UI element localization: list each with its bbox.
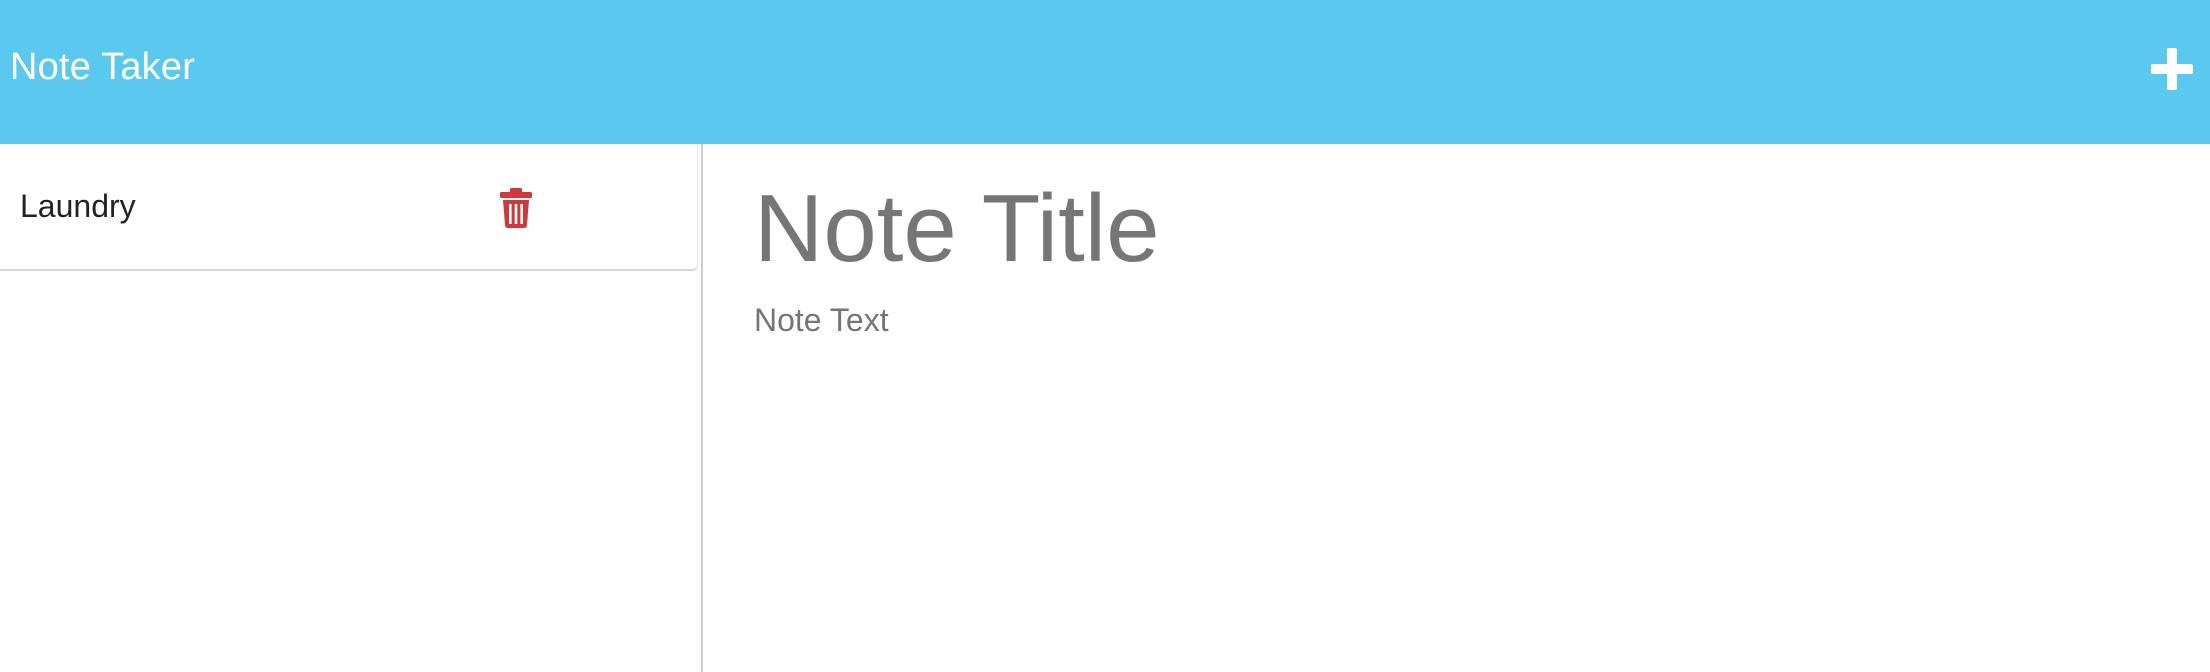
app: Note Taker Laundry [0,0,2210,672]
note-editor [703,144,2210,672]
plus-icon [2151,48,2193,90]
note-list-item-title[interactable]: Laundry [20,188,136,225]
delete-note-button[interactable] [500,188,532,228]
navbar: Note Taker [0,0,2210,144]
note-list: Laundry [0,144,703,672]
list-item[interactable]: Laundry [0,144,698,271]
trash-icon [500,188,532,228]
brand-link[interactable]: Note Taker [10,46,195,89]
note-title-input[interactable] [754,174,2154,284]
new-note-button[interactable] [2150,47,2194,91]
note-text-textarea[interactable] [754,302,2154,642]
